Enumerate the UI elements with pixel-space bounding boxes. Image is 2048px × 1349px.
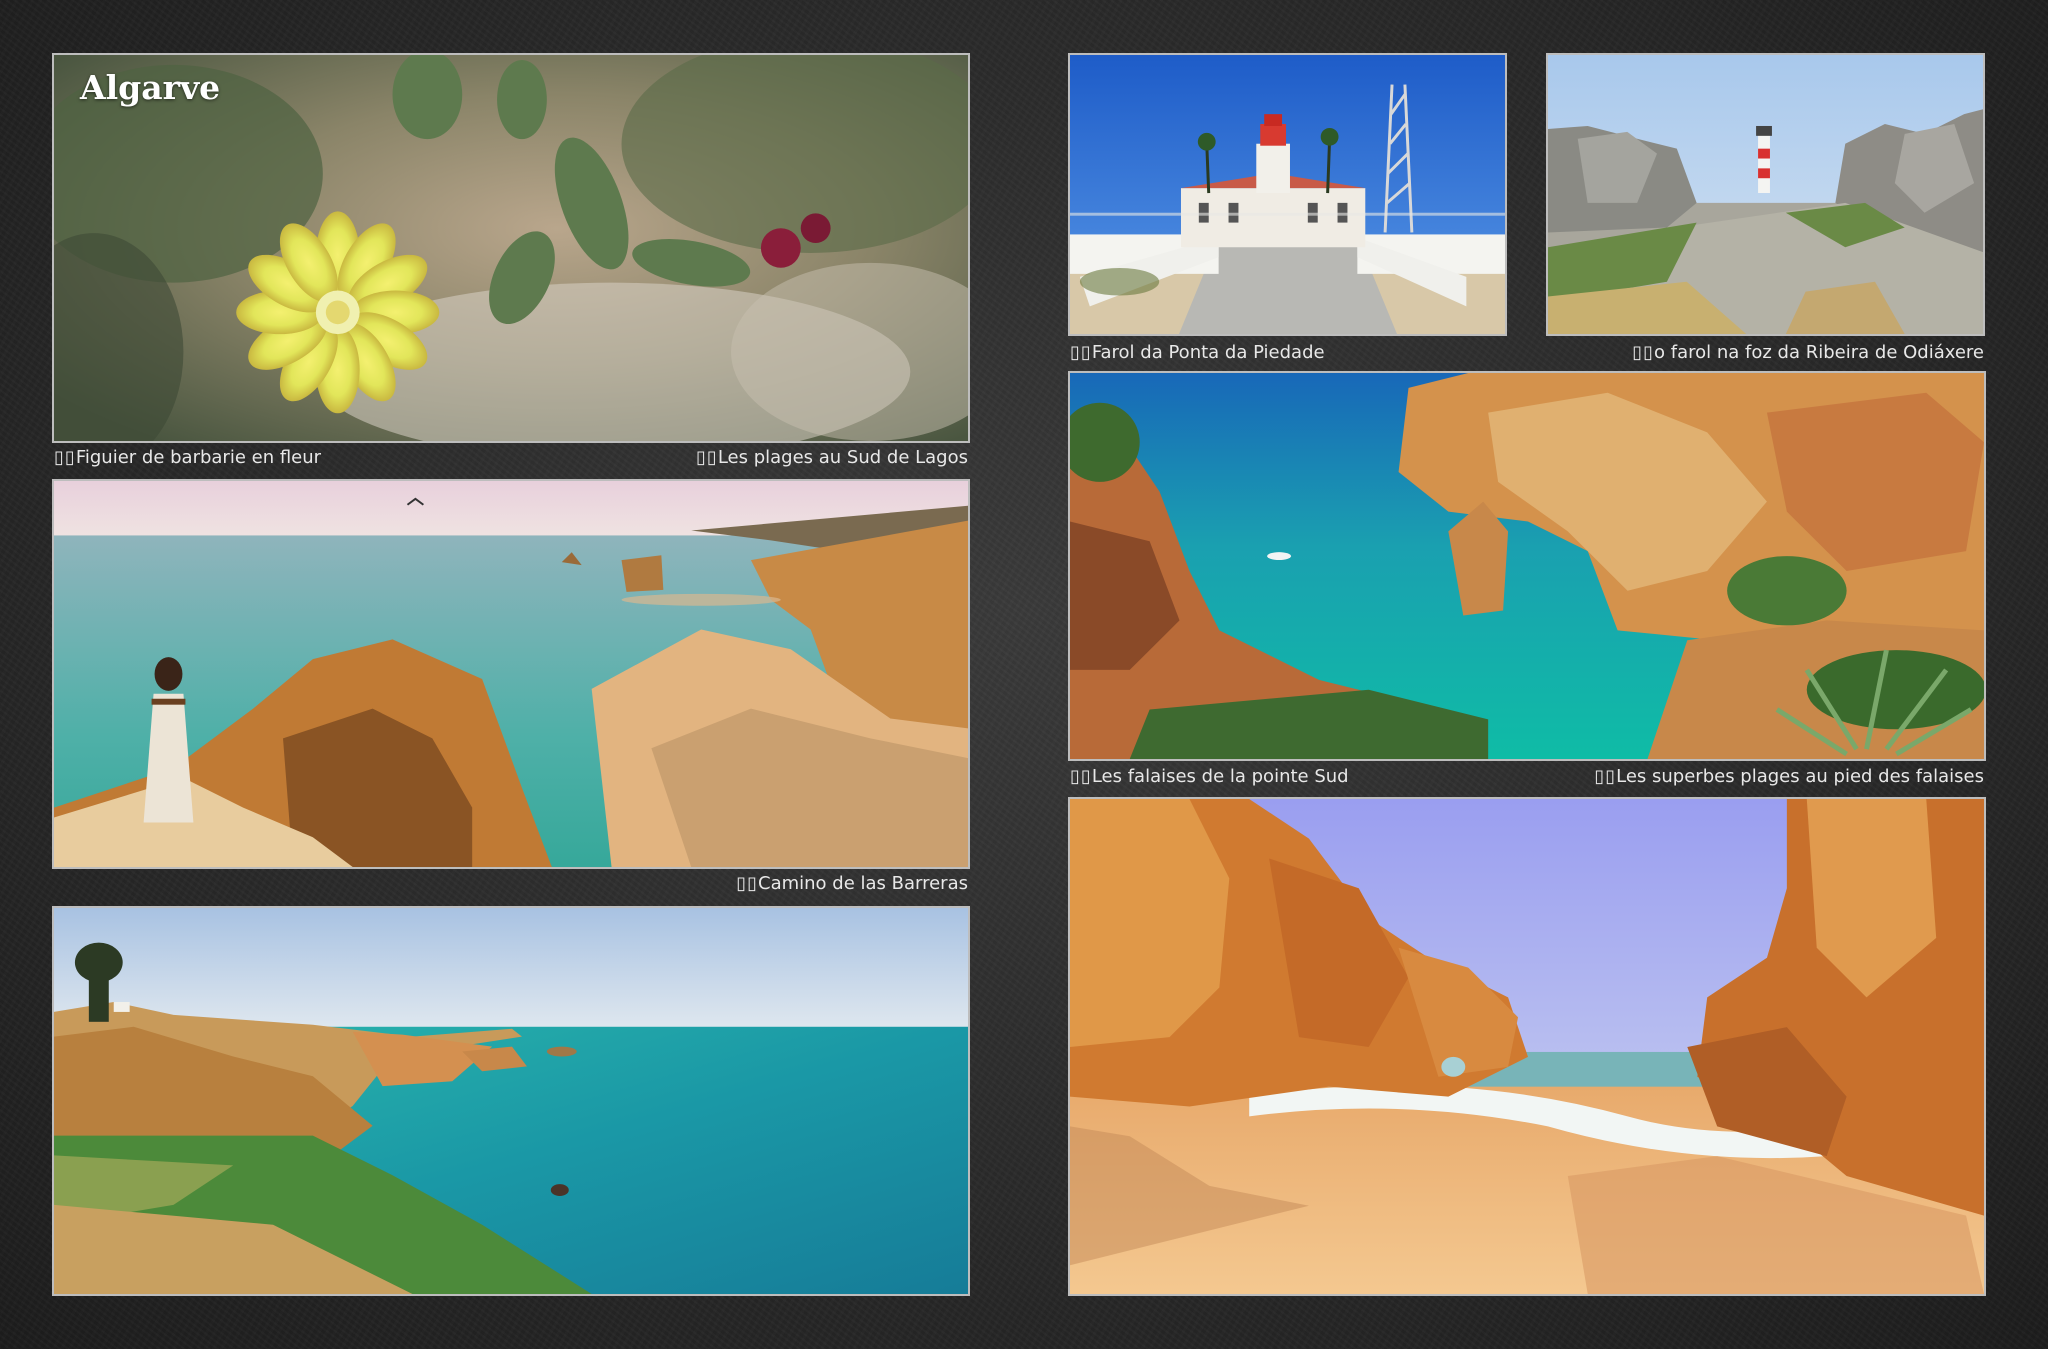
caption-figuier: ▯▯Figuier de barbarie en fleur [54,447,322,468]
beach-below-cliffs-image [1070,799,1984,1294]
photo-lighthouse-odiaxere[interactable] [1546,53,1985,336]
lighthouse-odiaxere-image [1548,55,1983,334]
caption-camino: ▯▯Camino de las Barreras [736,873,968,894]
caption-marker: ▯▯ [736,873,759,894]
caption-marker: ▯▯ [1070,766,1092,787]
caption-marker: ▯▯ [1594,766,1617,787]
photo-cactus-flower[interactable] [52,53,970,443]
caption-falaises: ▯▯Les falaises de la pointe Sud [1070,766,1349,787]
caption-marker: ▯▯ [696,447,718,468]
caption-farol-foz: ▯▯o farol na foz da Ribeira de Odiáxere [1632,342,1984,363]
coastline-image [54,908,968,1294]
cactus-flower-image [54,55,968,441]
caption-superbes: ▯▯Les superbes plages au pied des falais… [1594,766,1984,787]
photo-coastline[interactable] [52,906,970,1296]
photo-beach-below-cliffs[interactable] [1068,797,1986,1296]
lighthouse-piedade-image [1070,55,1505,334]
photo-lighthouse-piedade[interactable] [1068,53,1507,336]
caption-marker: ▯▯ [54,447,76,468]
caption-marker: ▯▯ [1632,342,1655,363]
beach-cliff-image [54,481,968,867]
photo-cliffs-south[interactable] [1068,371,1986,761]
page-title: Algarve [80,68,221,107]
caption-plages-lagos: ▯▯Les plages au Sud de Lagos [696,447,968,468]
cliffs-south-image [1070,373,1984,759]
photo-beach-cliff-woman[interactable] [52,479,970,869]
caption-farol-piedade: ▯▯Farol da Ponta da Piedade [1070,342,1325,363]
caption-marker: ▯▯ [1070,342,1092,363]
